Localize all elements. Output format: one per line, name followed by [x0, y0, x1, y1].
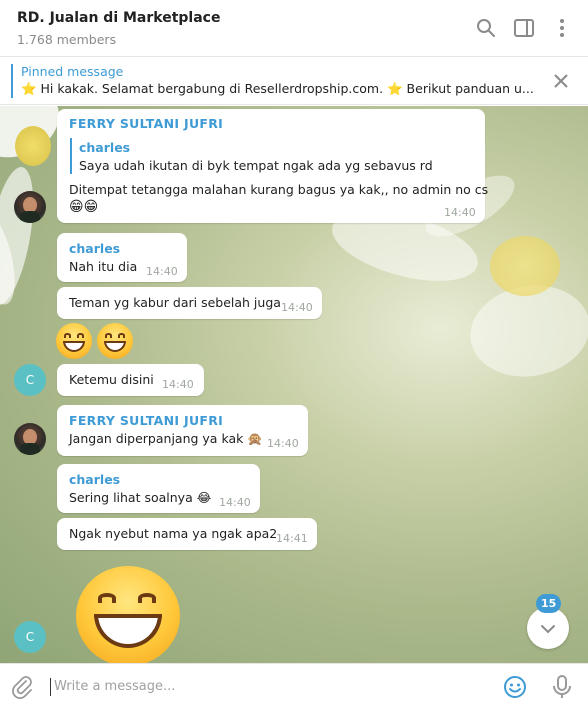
background-flower-center — [490, 236, 560, 296]
message-text: Teman yg kabur dari sebelah juga — [69, 295, 281, 310]
avatar[interactable] — [14, 423, 46, 455]
message-time: 14:40 — [219, 496, 251, 509]
grin-emoji — [56, 323, 92, 359]
member-count[interactable]: 1.768 members — [17, 32, 116, 47]
pinned-label: Pinned message — [21, 64, 124, 79]
message-time: 14:40 — [281, 301, 313, 314]
message-sender[interactable]: FERRY SULTANI JUFRI — [69, 116, 223, 131]
grin-sticker-emoji — [76, 566, 180, 666]
avatar[interactable] — [14, 191, 46, 223]
close-icon[interactable] — [552, 72, 570, 90]
message-time: 14:41 — [276, 532, 308, 545]
message-text: Ngak nyebut nama ya ngak apa2 — [69, 526, 278, 541]
message-text: Sering lihat soalnya 😂 — [69, 490, 212, 505]
message-time: 14:40 — [162, 378, 194, 391]
chevron-down-icon — [541, 625, 555, 634]
sidebar-toggle-icon[interactable] — [512, 16, 536, 40]
pinned-text: ⭐ Hi kakak. Selamat bergabung di Reselle… — [21, 81, 534, 96]
pinned-message[interactable]: Pinned message ⭐ Hi kakak. Selamat berga… — [0, 57, 588, 105]
search-icon[interactable] — [474, 16, 498, 40]
reply-sender[interactable]: charles — [79, 140, 130, 155]
chat-title[interactable]: RD. Jualan di Marketplace — [17, 10, 220, 26]
grin-emoji — [97, 323, 133, 359]
more-vert-icon[interactable] — [550, 16, 574, 40]
scroll-down-button[interactable] — [527, 607, 569, 649]
reply-accent-bar — [70, 138, 72, 174]
message-input[interactable]: Write a message... — [50, 678, 480, 696]
avatar[interactable]: C — [14, 621, 46, 653]
chat-header: RD. Jualan di Marketplace 1.768 members — [0, 0, 588, 57]
reply-text: Saya udah ikutan di byk tempat ngak ada … — [79, 158, 433, 173]
avatar[interactable]: C — [14, 364, 46, 396]
microphone-icon[interactable] — [551, 674, 573, 700]
message-time: 14:40 — [146, 265, 178, 278]
message-time: 14:40 — [267, 437, 299, 450]
message-text: Ketemu disini — [69, 372, 154, 387]
message-text: Nah itu dia — [69, 259, 138, 274]
message-emoji: 😁😁 — [69, 199, 99, 215]
message-sender[interactable]: charles — [69, 472, 120, 487]
message-time: 14:40 — [444, 206, 476, 219]
emoji-icon[interactable] — [503, 675, 527, 699]
unread-badge: 15 — [536, 594, 562, 613]
message-sender[interactable]: charles — [69, 241, 120, 256]
message-text: Ditempat tetangga malahan kurang bagus y… — [69, 182, 489, 197]
background-flower-center — [15, 126, 51, 166]
attach-icon[interactable] — [11, 675, 33, 699]
message-text: Jangan diperpanjang ya kak 🙊 — [69, 431, 263, 446]
pinned-accent-bar — [11, 64, 13, 98]
message-sender[interactable]: FERRY SULTANI JUFRI — [69, 413, 223, 428]
composer: Write a message... — [0, 663, 588, 709]
